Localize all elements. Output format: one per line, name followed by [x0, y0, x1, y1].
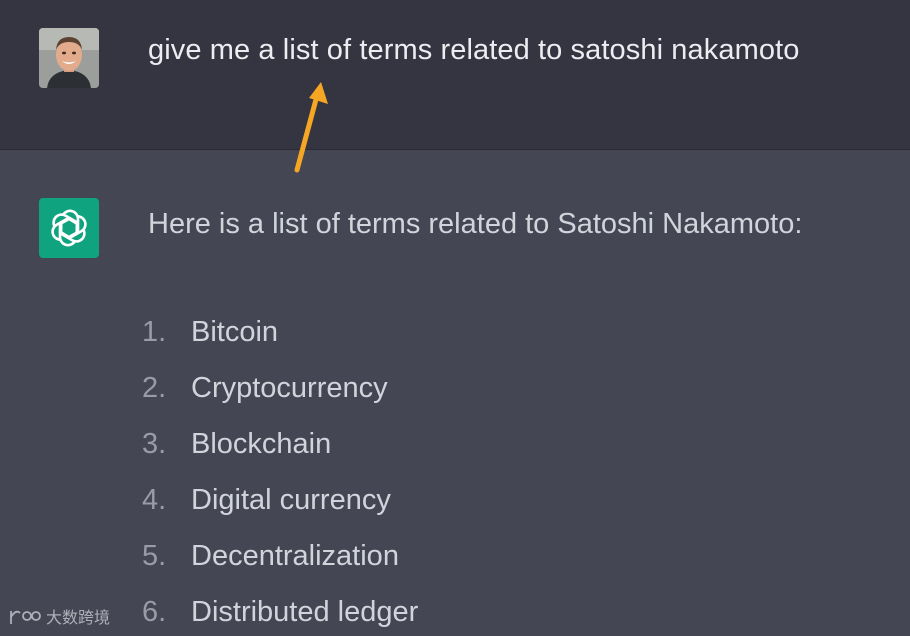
list-item-number: 4. [142, 483, 167, 516]
annotation-arrow-icon [294, 82, 328, 173]
list-item: 4. Digital currency [142, 472, 418, 528]
assistant-avatar [39, 198, 99, 258]
watermark-logo-icon [10, 610, 41, 624]
list-item-number: 5. [142, 539, 167, 572]
list-item-text: Blockchain [191, 427, 332, 460]
assistant-intro-text: Here is a list of terms related to Satos… [148, 208, 803, 240]
list-item-number: 6. [142, 595, 167, 628]
user-message-row: give me a list of terms related to satos… [0, 0, 910, 150]
list-item-text: Digital currency [191, 483, 391, 516]
list-item: 2. Cryptocurrency [142, 360, 418, 416]
chat-page: give me a list of terms related to satos… [0, 0, 910, 636]
user-avatar [39, 28, 99, 88]
list-item-text: Bitcoin [191, 315, 279, 348]
list-item-number: 2. [142, 371, 167, 404]
list-item: 3. Blockchain [142, 416, 418, 472]
list-item-text: Decentralization [191, 539, 399, 572]
terms-list: 1. Bitcoin 2. Cryptocurrency 3. Blockcha… [142, 304, 418, 636]
openai-logo-icon [51, 209, 87, 247]
watermark: 大数跨境 [8, 604, 110, 628]
list-item-number: 1. [142, 315, 167, 348]
list-item: 5. Decentralization [142, 528, 418, 584]
user-avatar-photo-icon [39, 28, 99, 88]
list-item-text: Distributed ledger [191, 595, 419, 628]
list-item: 6. Distributed ledger [142, 584, 418, 636]
assistant-message-row: Here is a list of terms related to Satos… [0, 150, 910, 636]
user-message-text: give me a list of terms related to satos… [148, 34, 800, 66]
list-item: 1. Bitcoin [142, 304, 418, 360]
list-item-text: Cryptocurrency [191, 371, 388, 404]
watermark-text: 大数跨境 [46, 610, 111, 627]
list-item-number: 3. [142, 427, 167, 460]
